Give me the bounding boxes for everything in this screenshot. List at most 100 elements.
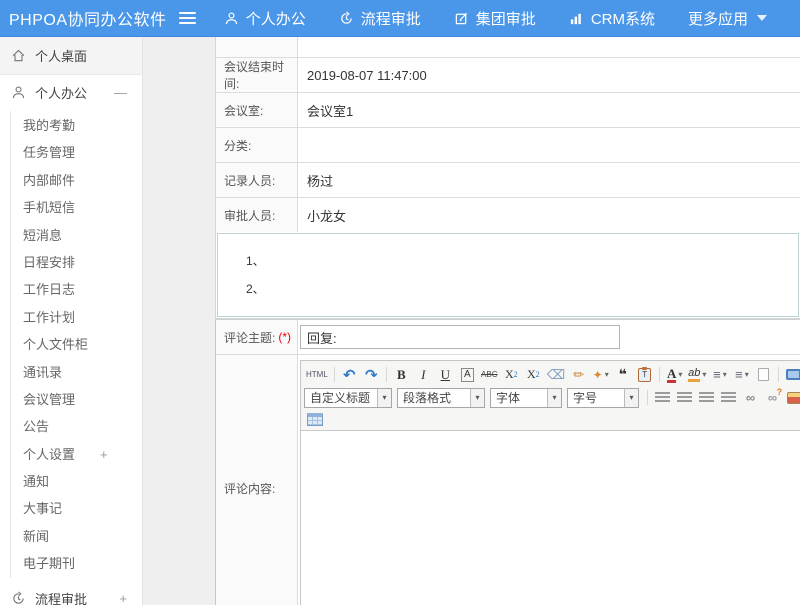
unordered-list-button[interactable]: ≡▾ [731,365,752,385]
align-center-icon [677,392,692,403]
comment-subject-label-cell: 评论主题: (*) [216,320,298,354]
superscript-button[interactable]: X2 [501,365,522,385]
sidebar-item-label: 个人设置 [23,447,75,462]
select-label: 字体 [491,389,525,406]
toolbar-divider [778,367,779,382]
unordered-list-icon: ≡ [735,367,743,382]
toolbar-divider [647,390,648,405]
font-color-button[interactable]: A▾ [664,365,685,385]
meeting-content-box: 1、 2、 [217,233,799,317]
palette-icon: ✦ [593,368,603,382]
comment-content-label: 评论内容: [216,355,298,605]
align-left-icon [655,392,670,403]
sidebar-subitem-work-plan[interactable]: 工作计划 [0,304,142,331]
bold-button[interactable]: B [391,365,412,385]
content-line: 2、 [218,277,798,305]
ordered-list-icon: ≡ [713,367,721,382]
font-style-button[interactable]: A [457,365,478,385]
nav-label: 集团审批 [476,8,536,29]
sidebar-subitem-work-log[interactable]: 工作日志 [0,276,142,303]
sidebar-item-personal-office[interactable]: 个人办公 — [0,75,142,109]
sidebar-item-label: 个人文件柜 [23,337,88,352]
sidebar-subitem-sms[interactable]: 手机短信 [0,194,142,221]
row-label: 分类: [216,128,298,162]
sidebar-subitem-personal-settings[interactable]: 个人设置 + [0,441,142,468]
font-family-select[interactable]: 字体 ▾ [490,388,562,408]
sidebar-subitem-attendance[interactable]: 我的考勤 [0,112,142,139]
align-center-button[interactable] [674,388,695,408]
sidebar-item-workflow-approval[interactable]: 流程审批 + [0,582,142,605]
nav-group-approval[interactable]: 集团审批 [454,8,536,29]
redo-button[interactable]: ↷ [361,365,382,385]
italic-button[interactable]: I [413,365,434,385]
insert-link-button[interactable]: ∞ [740,388,761,408]
align-right-button[interactable] [696,388,717,408]
sidebar-subitem-internal-mail[interactable]: 内部邮件 [0,167,142,194]
sidebar-item-label: 手机短信 [23,200,75,215]
editor-content-area[interactable] [301,431,800,605]
row-label: 记录人员: [216,163,298,197]
sidebar-item-label: 大事记 [23,501,62,516]
remove-link-button[interactable]: ∞? [762,388,783,408]
subscript-button[interactable]: X2 [523,365,544,385]
sidebar-subitem-schedule[interactable]: 日程安排 [0,249,142,276]
format-brush-button[interactable]: ✏ [568,365,589,385]
toolbar-row-3 [304,409,800,429]
table-row-partial [216,37,800,57]
highlight-color-button[interactable]: ab▾ [686,365,708,385]
sidebar-subitem-contacts[interactable]: 通讯录 [0,359,142,386]
insert-table-button[interactable] [304,409,325,429]
ordered-list-button[interactable]: ≡▾ [709,365,730,385]
nav-crm-system[interactable]: CRM系统 [569,8,655,29]
collapse-minus-icon[interactable]: — [114,85,127,100]
heading-select[interactable]: 自定义标题▾ [304,388,392,408]
sidebar-subitem-news[interactable]: 新闻 [0,523,142,550]
paste-plain-text-button[interactable]: T [634,365,655,385]
palette-button[interactable]: ✦▾ [590,365,611,385]
process-clock-icon [11,591,26,605]
blockquote-button[interactable]: ❝ [612,365,633,385]
caret-down-icon: ▾ [547,389,561,407]
table-row-meeting-room: 会议室: 会议室1 [216,92,800,127]
strikethrough-button[interactable]: ABC [479,365,500,385]
row-value-cell [298,37,800,57]
caret-down-icon [757,15,767,21]
blank-page-icon [758,368,769,381]
undo-button[interactable]: ↶ [339,365,360,385]
sidebar-subitem-announcement[interactable]: 公告 [0,413,142,440]
caret-down-icon: ▾ [678,370,682,379]
sidebar-item-label: 个人桌面 [35,46,87,65]
sidebar-subitem-e-journal[interactable]: 电子期刊 [0,550,142,577]
sidebar-subitem-meeting-mgmt[interactable]: 会议管理 [0,386,142,413]
underline-button[interactable]: U [435,365,456,385]
expand-plus-icon[interactable]: + [100,441,108,468]
sidebar-subitem-events[interactable]: 大事记 [0,495,142,522]
nav-personal-office[interactable]: 个人办公 [224,8,306,29]
insert-image-button[interactable] [784,388,800,408]
sidebar-subitem-short-message[interactable]: 短消息 [0,222,142,249]
align-left-button[interactable] [652,388,673,408]
new-document-button[interactable] [753,365,774,385]
sidebar-subitem-file-cabinet[interactable]: 个人文件柜 [0,331,142,358]
person-icon [224,11,239,26]
sidebar-item-desktop[interactable]: 个人桌面 [0,37,142,75]
remove-format-eraser-button[interactable]: ⌫ [545,365,567,385]
expand-plus-icon[interactable]: + [119,591,127,605]
html-source-button[interactable]: HTML [304,365,330,385]
align-justify-button[interactable] [718,388,739,408]
font-size-select[interactable]: 字号▾ [567,388,639,408]
sidebar-subitem-tasks[interactable]: 任务管理 [0,139,142,166]
hamburger-menu-icon[interactable] [179,12,196,24]
table-row-recorder: 记录人员: 杨过 [216,162,800,197]
nav-workflow-approval[interactable]: 流程审批 [339,8,421,29]
comment-content-cell: HTML ↶ ↷ B I U A ABC X2 [298,355,800,605]
align-right-icon [699,392,714,403]
comment-subject-input[interactable] [300,325,620,349]
paragraph-format-select[interactable]: 段落格式▾ [397,388,485,408]
comment-subject-label: 评论主题: [224,329,275,346]
sidebar-subitem-notice[interactable]: 通知 [0,468,142,495]
nav-more-apps[interactable]: 更多应用 [688,8,767,29]
meeting-detail-table: 会议结束时间: 2019-08-07 11:47:00 会议室: 会议室1 分类… [215,37,800,319]
row-label: 审批人员: [216,198,298,232]
fullscreen-button[interactable] [783,365,800,385]
